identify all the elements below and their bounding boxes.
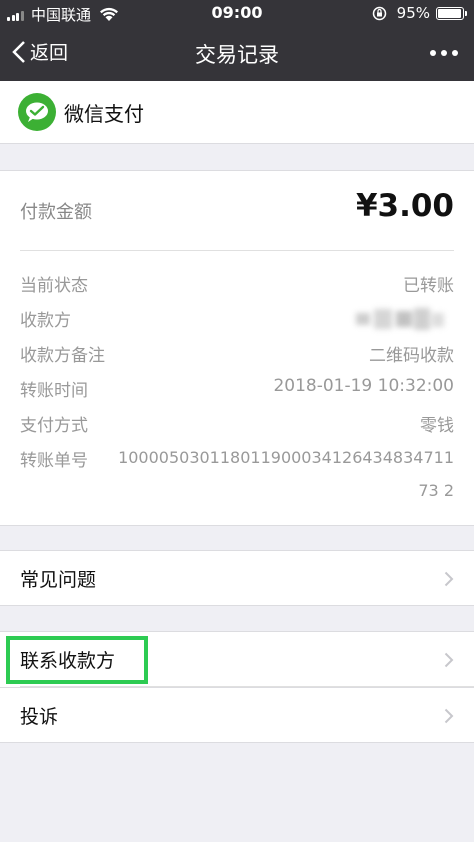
detail-row-note: 收款方备注 二维码收款 (0, 339, 474, 369)
page-title: 交易记录 (195, 43, 279, 67)
detail-value: 二维码收款 (369, 346, 454, 366)
transaction-detail: 付款金额 ¥3.00 当前状态 已转账 收款方 收款方备注 二维码收款 转账时间… (0, 170, 474, 526)
more-icon[interactable] (425, 50, 458, 56)
wechat-pay-icon (18, 93, 56, 131)
chevron-right-icon (444, 571, 454, 587)
detail-value: 10000503011801190003412643483471173 2 (118, 448, 454, 500)
detail-label: 转账单号 (20, 451, 88, 471)
detail-row-status: 当前状态 已转账 (0, 269, 474, 299)
detail-row-order-no: 转账单号 10000503011801190003412643483471173… (0, 444, 474, 500)
faq-label: 常见问题 (20, 568, 97, 591)
detail-value: 已转账 (403, 276, 454, 296)
rotation-lock-icon (372, 6, 386, 20)
battery-percent: 95% (396, 4, 430, 22)
detail-label: 收款方 (20, 311, 71, 331)
status-right: 95% (372, 4, 467, 22)
amount-value: ¥3.00 (355, 188, 454, 224)
brand-name: 微信支付 (64, 101, 144, 126)
detail-label: 收款方备注 (20, 346, 105, 366)
chevron-right-icon (444, 652, 454, 668)
detail-label: 转账时间 (20, 381, 88, 401)
divider (20, 250, 454, 251)
chevron-right-icon (444, 708, 454, 724)
detail-label: 当前状态 (20, 276, 88, 296)
battery-fill (438, 8, 461, 18)
amount-label: 付款金额 (20, 202, 92, 223)
top-bar: 中国联通 09:00 95% 返回 交易记录 (0, 0, 474, 81)
detail-value: 2018-01-19 10:32:00 (273, 376, 454, 396)
amount-row: 付款金额 ¥3.00 (0, 171, 474, 250)
complain-item[interactable]: 投诉 (0, 687, 474, 743)
detail-value: 零钱 (420, 416, 454, 436)
faq-item[interactable]: 常见问题 (0, 550, 474, 606)
payee-name-redacted (356, 308, 444, 330)
nav-bar: 返回 交易记录 (0, 26, 474, 81)
detail-row-payee: 收款方 (0, 304, 474, 334)
brand-header: 微信支付 (0, 81, 474, 144)
detail-label: 支付方式 (20, 416, 88, 436)
complain-label: 投诉 (20, 705, 59, 728)
divider (20, 686, 474, 687)
battery-icon (436, 6, 467, 20)
detail-row-method: 支付方式 零钱 (0, 409, 474, 439)
contact-payee-item[interactable]: 联系收款方 (0, 631, 474, 687)
detail-row-time: 转账时间 2018-01-19 10:32:00 (0, 374, 474, 404)
contact-payee-label: 联系收款方 (20, 650, 116, 672)
status-bar: 中国联通 09:00 95% (0, 0, 474, 26)
